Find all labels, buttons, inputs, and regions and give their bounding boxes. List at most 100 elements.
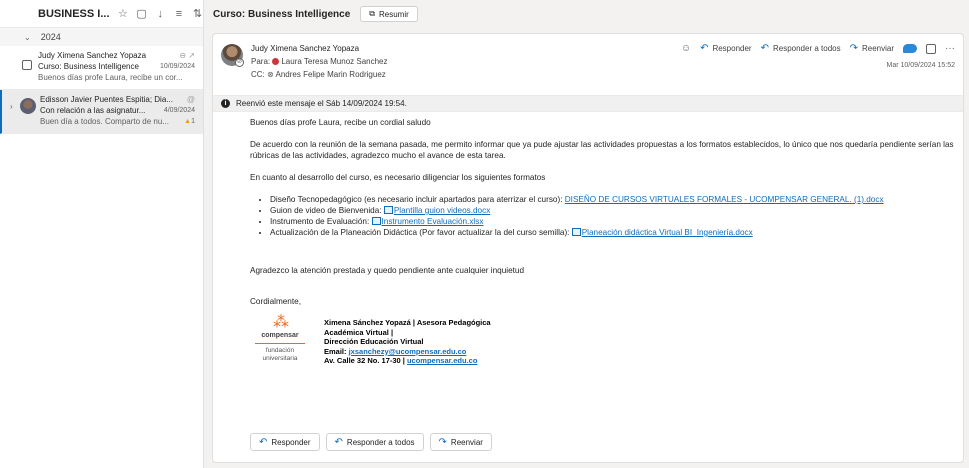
file-icon <box>371 217 381 225</box>
attachment-link[interactable]: Instrumento Evaluación.xlsx <box>382 217 484 226</box>
bottom-actions: ↶ Responder ↶ Responder a todos ↷ Reenviar <box>250 433 492 451</box>
reply-button[interactable]: ↶ Responder <box>700 43 752 54</box>
list-item-date: 4/09/2024 <box>163 107 195 114</box>
forward-label: Reenviar <box>450 437 483 447</box>
info-text: Reenvió este mensaje el Sáb 14/09/2024 1… <box>236 99 407 108</box>
to-label: Para: <box>251 57 271 66</box>
body-signoff: Cordialmente, <box>250 297 301 306</box>
jump-to-icon[interactable]: ↓ <box>155 8 166 20</box>
list-item-date: 10/09/2024 <box>159 63 195 70</box>
attachment-link[interactable]: Planeación didáctica Virtual BI_Ingenier… <box>582 228 753 237</box>
body-paragraph: En cuanto al desarrollo del curso, es ne… <box>250 173 546 182</box>
chevron-right-icon[interactable]: › <box>10 102 13 111</box>
email-label: Email: <box>324 346 349 356</box>
attachment-link[interactable]: DISEÑO DE CURSOS VIRTUALES FORMALES - UC… <box>565 195 884 204</box>
filter-icon[interactable]: ≡ <box>174 8 185 20</box>
body-greeting: Buenos días profe Laura, recibe un cordi… <box>250 118 431 127</box>
signature-line: Dirección Educación Virtual <box>324 337 424 347</box>
reply-all-button[interactable]: ↶ Responder a todos <box>761 43 841 54</box>
chevron-down-icon: ⌄ <box>24 32 31 42</box>
star-icon[interactable]: ☆ <box>118 7 129 20</box>
forward-button-bottom[interactable]: ↷ Reenviar <box>429 433 492 451</box>
address: Av. Calle 32 No. 17-30 | <box>324 356 407 366</box>
summarize-button[interactable]: ⧉ Resumir <box>360 6 418 22</box>
cc-recipient[interactable]: Andres Felipe Marin Rodriguez <box>276 70 386 79</box>
logo-sub: fundación <box>265 347 295 354</box>
signature-text: Ximena Sánchez Yopazá | Asesora Pedagógi… <box>324 315 491 366</box>
list-item[interactable]: › Edisson Javier Puentes Espitia; Dia...… <box>0 90 203 134</box>
to-recipient[interactable]: Laura Teresa Munoz Sanchez <box>281 57 387 66</box>
presence-offline-icon: ⊗ <box>267 70 274 79</box>
list-header: BUSINESS I... ☆ ▢ ↓ ≡ ⇅ <box>0 0 203 28</box>
email-link[interactable]: jxsanchezy@ucompensar.edu.co <box>349 347 467 356</box>
reply-icon: ↶ <box>700 43 709 54</box>
presence-icon: ⊘ <box>235 58 244 67</box>
logo-name: compensar <box>261 332 299 339</box>
select-mode-icon[interactable]: ▢ <box>136 7 147 20</box>
list-item: Diseño Tecnopedagógico (es necesario inc… <box>270 194 963 205</box>
outlook-window: BUSINESS I... ☆ ▢ ↓ ≡ ⇅ ⌄ 2024 Judy Xime… <box>0 0 969 468</box>
signature-line: Ximena Sánchez Yopazá | Asesora Pedagógi… <box>324 318 491 327</box>
list-item[interactable]: Judy Ximena Sanchez Yopaza ⊖ ↗ Curso: Bu… <box>0 46 203 90</box>
list-item-subject: Con relación a las asignatur... <box>40 106 146 115</box>
reply-label: Responder <box>271 437 311 447</box>
file-icon <box>571 228 581 236</box>
list-item-preview: Buenos días profe Laura, recibe un cor..… <box>38 73 183 82</box>
sort-icon[interactable]: ⇅ <box>192 7 203 20</box>
list-item-text: Diseño Tecnopedagógico (es necesario inc… <box>270 195 565 204</box>
list-item: Actualización de la Planeación Didáctica… <box>270 227 963 238</box>
group-header-2024[interactable]: ⌄ 2024 <box>0 28 203 46</box>
message-list-pane: BUSINESS I... ☆ ▢ ↓ ≡ ⇅ ⌄ 2024 Judy Xime… <box>0 0 204 468</box>
file-icon <box>383 206 393 214</box>
more-options-icon[interactable]: ··· <box>945 43 955 54</box>
avatar <box>20 98 36 114</box>
reply-all-label: Responder a todos <box>772 44 841 53</box>
reply-all-button-bottom[interactable]: ↶ Responder a todos <box>325 433 424 451</box>
subject-bar: Curso: Business Intelligence ⧉ Resumir <box>205 0 969 28</box>
reply-button-bottom[interactable]: ↶ Responder <box>250 433 320 451</box>
forward-icon: ↷ <box>849 43 858 54</box>
forward-label: Reenviar <box>861 44 894 53</box>
signature-line: Académica Virtual | <box>324 327 394 337</box>
message-actions: ☺ ↶ Responder ↶ Responder a todos ↷ Reenvia… <box>681 43 955 54</box>
list-item: Instrumento de Evaluación: Instrumento E… <box>270 216 963 227</box>
link-forward-icon: ⊖ ↗ <box>179 51 195 60</box>
summarize-icon: ⧉ <box>369 9 375 18</box>
list-item-sender: Edisson Javier Puentes Espitia; Dia... <box>40 95 173 104</box>
body-paragraph: De acuerdo con la reunión de la semana p… <box>250 140 954 160</box>
logo-sub: universitaria <box>262 355 298 362</box>
forward-icon: ↷ <box>438 436 447 448</box>
thread-count: 1 <box>191 118 195 125</box>
reply-all-label: Responder a todos <box>346 437 415 447</box>
reply-icon: ↶ <box>259 436 268 448</box>
teams-chat-icon[interactable] <box>903 44 917 53</box>
cc-label: CC: <box>251 70 265 79</box>
formats-list: Diseño Tecnopedagógico (es necesario inc… <box>270 194 963 238</box>
email-subject: Curso: Business Intelligence <box>213 8 351 20</box>
group-label: 2024 <box>40 32 61 42</box>
info-icon: i <box>221 99 230 108</box>
reading-pane: Curso: Business Intelligence ⧉ Resumir ⊘… <box>205 0 969 468</box>
grid-view-icon[interactable] <box>926 43 936 54</box>
forward-button[interactable]: ↷ Reenviar <box>850 43 894 54</box>
website-link[interactable]: ucompensar.edu.co <box>407 356 477 365</box>
list-item-text: Guion de video de Bienvenida: <box>270 206 384 215</box>
body-closing: Agradezco la atención prestada y quedo p… <box>250 266 525 275</box>
emoji-icon[interactable]: ☺ <box>681 43 691 54</box>
compensar-logo: ⁂ compensar fundación universitaria <box>250 315 310 366</box>
attachment-link[interactable]: Plantilla guion videos.docx <box>394 206 491 215</box>
message-header: ⊘ Judy Ximena Sanchez Yopaza Para: Laura… <box>213 34 963 95</box>
message-body: Buenos días profe Laura, recibe un cordi… <box>213 112 963 366</box>
mention-icon: @ <box>186 95 195 104</box>
list-item-preview: Buen día a todos. Comparto de nu... <box>40 117 169 126</box>
to-line: Para: Laura Teresa Munoz Sanchez <box>251 55 955 68</box>
reply-all-icon: ↶ <box>760 43 769 54</box>
select-checkbox[interactable] <box>22 60 32 70</box>
busy-status-icon <box>272 58 280 65</box>
list-item-subject: Curso: Business Intelligence <box>38 62 139 71</box>
list-item: Guion de video de Bienvenida: Plantilla … <box>270 205 963 216</box>
reply-all-icon: ↶ <box>334 436 343 448</box>
signature: ⁂ compensar fundación universitaria Xime… <box>250 315 963 366</box>
reply-label: Responder <box>712 44 752 53</box>
folder-title: BUSINESS I... <box>38 7 110 20</box>
